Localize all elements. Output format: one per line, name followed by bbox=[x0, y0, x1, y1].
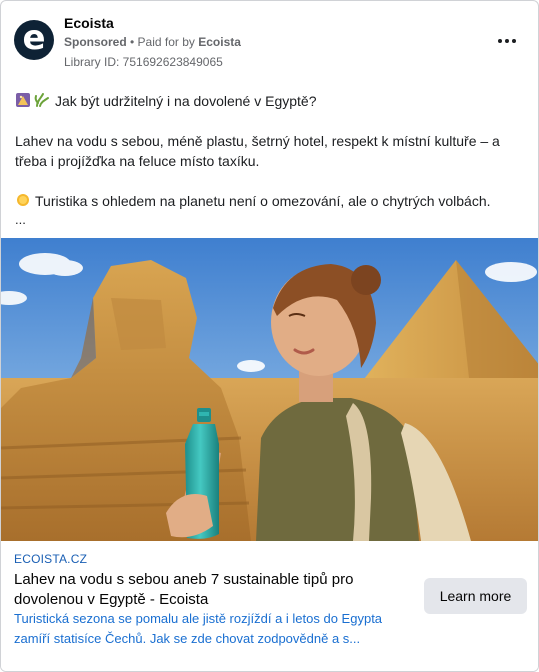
post-line-1: Jak být udržitelný i na dovolené v Egypt… bbox=[55, 93, 317, 109]
sponsored-line: Sponsored • Paid for by Ecoista bbox=[64, 35, 241, 49]
sponsored-label: Sponsored bbox=[64, 35, 127, 49]
dot-icon bbox=[505, 39, 509, 43]
post-line-3: Turistika s ohledem na planetu není o om… bbox=[35, 193, 491, 209]
paid-for-prefix: • Paid for by bbox=[126, 35, 199, 49]
ad-card: e Ecoista Sponsored • Paid for by Ecoist… bbox=[0, 0, 539, 672]
link-preview[interactable]: ECOISTA.CZ Lahev na vodu s sebou aneb 7 … bbox=[1, 541, 538, 671]
post-paragraph-1: Jak být udržitelný i na dovolené v Egypt… bbox=[15, 91, 525, 111]
paid-for-name[interactable]: Ecoista bbox=[198, 35, 241, 49]
post-text: Jak být udržitelný i na dovolené v Egypt… bbox=[15, 91, 525, 211]
see-more-ellipsis[interactable]: ... bbox=[15, 212, 26, 227]
link-domain: ECOISTA.CZ bbox=[14, 552, 88, 566]
more-options-button[interactable] bbox=[489, 29, 525, 53]
post-paragraph-2: Lahev na vodu s sebou, méně plastu, šetr… bbox=[15, 133, 500, 169]
post-paragraph-3: Turistika s ohledem na planetu není o om… bbox=[15, 191, 525, 211]
library-id: Library ID: 751692623849065 bbox=[64, 55, 223, 69]
ad-image[interactable] bbox=[1, 238, 539, 541]
sun-emoji-icon bbox=[17, 194, 29, 206]
advertiser-avatar[interactable]: e bbox=[14, 20, 54, 60]
ad-header: e Ecoista Sponsored • Paid for by Ecoist… bbox=[1, 1, 538, 77]
avatar-letter: e bbox=[22, 18, 46, 58]
link-description: Turistická sezona se pomalu ale jistě ro… bbox=[14, 611, 383, 646]
link-title[interactable]: Lahev na vodu s sebou aneb 7 sustainable… bbox=[14, 570, 404, 610]
dot-icon bbox=[498, 39, 502, 43]
learn-more-button[interactable]: Learn more bbox=[424, 578, 527, 614]
advertiser-name[interactable]: Ecoista bbox=[64, 15, 114, 31]
dot-icon bbox=[512, 39, 516, 43]
pyramids-emoji-icon bbox=[16, 93, 49, 107]
